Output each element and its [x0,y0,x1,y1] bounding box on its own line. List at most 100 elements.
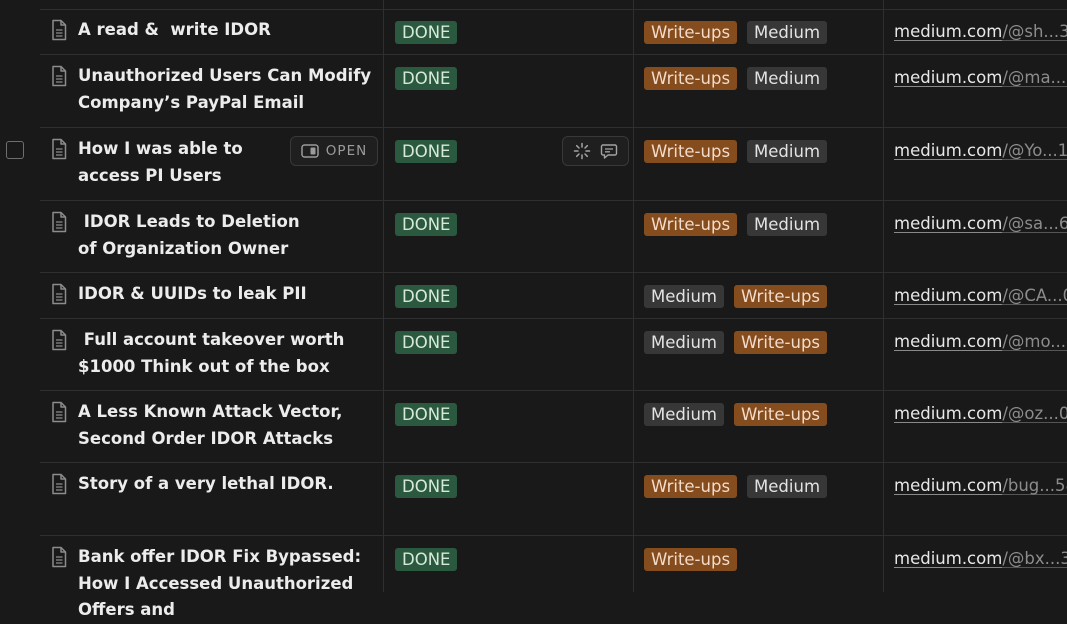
url-path: /@Yo...1e [1002,141,1067,160]
status-badge[interactable]: DONE [395,213,458,236]
table-row[interactable]: How I was able to access PI Users DONE W… [0,128,1067,201]
tag-writeups: Write-ups [644,213,738,236]
url-link[interactable]: medium.com/@mo...c [894,330,1067,354]
open-label: OPEN [325,143,368,159]
tag-medium: Medium [747,21,828,44]
tags-cell[interactable]: Write-ups Medium [644,140,828,163]
status-badge[interactable]: DONE [395,285,458,308]
tags-cell[interactable]: Medium Write-ups [644,285,828,308]
url-domain: medium.com [894,68,1003,87]
table-row[interactable]: A Less Known Attack Vector, Second Order… [0,391,1067,463]
url-link[interactable]: medium.com/@bx...31 [894,547,1067,571]
tag-writeups: Write-ups [644,548,738,571]
page-icon [52,138,67,160]
url-domain: medium.com [894,476,1003,495]
url-link[interactable]: medium.com/@oz...09 [894,402,1067,426]
url-domain: medium.com [894,214,1003,233]
row-title: Bank offer IDOR Fix Bypassed: How I Acce… [78,547,367,619]
url-link[interactable]: medium.com/@sa...6a [894,212,1067,236]
row-title: IDOR & UUIDs to leak PII [78,284,307,303]
url-domain: medium.com [894,286,1003,305]
tags-cell[interactable]: Write-ups Medium [644,475,828,498]
row-title: Full account takeover worth $1000 Think … [78,330,351,376]
tags-cell[interactable]: Write-ups [644,548,738,571]
page-icon [52,401,67,423]
tag-writeups: Write-ups [644,67,738,90]
page-icon [52,65,67,87]
database-table: A read & write IDOR DONE Write-ups Mediu… [0,0,1067,619]
row-title: Unauthorized Users Can Modify Company’s … [78,66,377,112]
tags-cell[interactable]: Medium Write-ups [644,403,828,426]
url-path: /@sa...6a [1002,214,1067,233]
tag-writeups: Write-ups [733,331,828,354]
table-row[interactable]: A read & write IDOR DONE Write-ups Mediu… [0,9,1067,55]
url-link[interactable]: medium.com/@ma...a [894,66,1067,90]
open-page-button[interactable]: OPEN [290,136,378,166]
tag-medium: Medium [747,140,828,163]
url-path: /@oz...09 [1002,404,1067,423]
table-row[interactable]: Story of a very lethal IDOR. DONE Write-… [0,463,1067,536]
tag-writeups: Write-ups [644,21,738,44]
url-link[interactable]: medium.com/bug...58 [894,474,1067,498]
url-path: /@mo...c [1002,332,1067,351]
table-row[interactable]: Bank offer IDOR Fix Bypassed: How I Acce… [0,536,1067,619]
page-icon [52,329,67,351]
page-icon [52,283,67,305]
title-cell[interactable]: Unauthorized Users Can Modify Company’s … [50,63,380,116]
status-badge[interactable]: DONE [395,331,458,354]
status-badge[interactable]: DONE [395,140,458,163]
url-path: /@ma...a [1002,68,1067,87]
url-link[interactable]: medium.com/@CA...0 [894,284,1067,308]
row-title: A Less Known Attack Vector, Second Order… [78,402,349,448]
url-path: /@sh...34 [1002,22,1067,41]
tag-writeups: Write-ups [733,285,828,308]
tags-cell[interactable]: Medium Write-ups [644,331,828,354]
tag-writeups: Write-ups [644,140,738,163]
title-cell[interactable]: Story of a very lethal IDOR. [50,471,380,498]
tag-medium: Medium [747,475,828,498]
tag-medium: Medium [644,331,724,354]
tags-cell[interactable]: Write-ups Medium [644,67,828,90]
tag-medium: Medium [747,213,828,236]
tag-medium: Medium [644,403,724,426]
url-path: /@CA...0 [1002,286,1067,305]
tag-writeups: Write-ups [644,475,738,498]
table-row[interactable]: Full account takeover worth $1000 Think … [0,319,1067,391]
ai-sparkle-icon[interactable] [573,142,591,160]
title-cell[interactable]: Bank offer IDOR Fix Bypassed: How I Acce… [50,544,380,624]
url-domain: medium.com [894,404,1003,423]
url-path: /@bx...31 [1002,549,1067,568]
page-icon [52,546,67,568]
row-title: A read & write IDOR [78,20,271,39]
status-badge[interactable]: DONE [395,21,458,44]
title-cell[interactable]: IDOR & UUIDs to leak PII [50,281,380,308]
tag-writeups: Write-ups [733,403,828,426]
column-divider [383,0,384,592]
title-cell[interactable]: Full account takeover worth $1000 Think … [50,327,380,380]
url-link[interactable]: medium.com/@sh...34 [894,20,1067,44]
status-badge[interactable]: DONE [395,403,458,426]
open-panel-icon [301,144,319,158]
url-domain: medium.com [894,332,1003,351]
title-cell[interactable]: A Less Known Attack Vector, Second Order… [50,399,380,452]
tags-cell[interactable]: Write-ups Medium [644,213,828,236]
title-cell[interactable]: IDOR Leads to Deletion of Organization O… [50,209,380,262]
row-title: How I was able to access PI Users [78,139,249,185]
status-badge[interactable]: DONE [395,67,458,90]
url-link[interactable]: medium.com/@Yo...1e [894,139,1067,163]
tag-medium: Medium [644,285,724,308]
status-badge[interactable]: DONE [395,475,458,498]
tags-cell[interactable]: Write-ups Medium [644,21,828,44]
status-badge[interactable]: DONE [395,548,458,571]
table-row[interactable]: Unauthorized Users Can Modify Company’s … [0,55,1067,128]
table-row[interactable]: IDOR & UUIDs to leak PII DONE Medium Wri… [0,273,1067,319]
page-icon [52,473,67,495]
table-row[interactable]: IDOR Leads to Deletion of Organization O… [0,201,1067,273]
url-path: /bug...58 [1002,476,1067,495]
row-title: IDOR Leads to Deletion of Organization O… [78,212,306,258]
comment-icon[interactable] [600,142,618,160]
column-divider [633,0,634,592]
row-select-checkbox[interactable] [6,141,24,159]
title-cell[interactable]: A read & write IDOR [50,17,380,44]
page-icon [52,19,67,41]
